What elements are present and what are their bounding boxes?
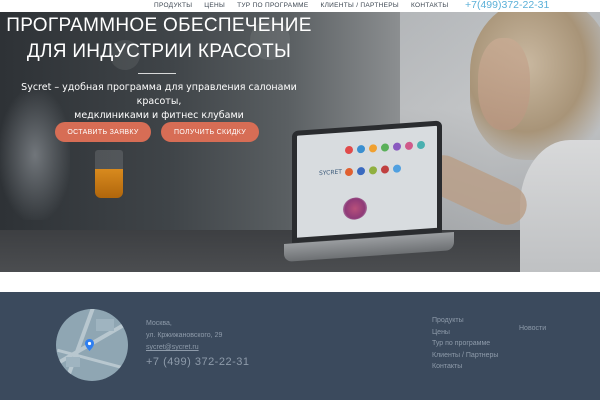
footer-links-column-2: Новости <box>519 315 546 335</box>
footer-links-column: Продукты Цены Тур по программе Клиенты /… <box>432 315 498 373</box>
location-map[interactable] <box>56 309 128 381</box>
app-icon <box>405 141 413 151</box>
nav-item-contacts[interactable]: КОНТАКТЫ <box>411 1 448 11</box>
app-icon <box>381 165 389 174</box>
app-icon <box>345 145 353 155</box>
footer-link-prices[interactable]: Цены <box>432 327 498 339</box>
address-city: Москва, <box>146 320 172 327</box>
footer-link-news[interactable]: Новости <box>519 325 546 332</box>
get-discount-button[interactable]: ПОЛУЧИТЬ СКИДКУ <box>161 122 259 142</box>
address-street: ул. Кржижановского, 29 <box>146 332 223 339</box>
footer-link-clients[interactable]: Клиенты / Партнеры <box>432 350 498 362</box>
flower-image <box>343 196 367 221</box>
app-icon <box>345 167 353 177</box>
header-phone-link[interactable]: +7(499)372-22-31 <box>465 0 549 12</box>
app-icon <box>393 164 401 173</box>
app-icon <box>369 166 377 175</box>
section-gap <box>0 272 600 292</box>
app-icons-grid <box>345 140 435 186</box>
map-block <box>96 319 114 331</box>
nav-menu: ПРОДУКТЫ ЦЕНЫ ТУР ПО ПРОГРАММЕ КЛИЕНТЫ /… <box>154 1 448 11</box>
app-icon <box>357 144 365 154</box>
app-logo: SYCRET <box>319 168 342 178</box>
app-icon <box>369 144 377 153</box>
nav-item-tour[interactable]: ТУР ПО ПРОГРАММЕ <box>237 1 308 11</box>
juice-glass-image <box>95 150 123 198</box>
map-block <box>66 357 80 367</box>
footer-link-products[interactable]: Продукты <box>432 315 498 327</box>
hero-subtitle-line: Sycret – удобная программа для управлени… <box>21 82 297 107</box>
hero-headline-line: ПРОГРАММНОЕ ОБЕСПЕЧЕНИЕ <box>6 15 312 36</box>
hero-subtitle-line: медклиниками и фитнес клубами <box>74 110 244 121</box>
app-icon <box>417 140 425 150</box>
app-icon <box>381 143 389 152</box>
footer-link-contacts[interactable]: Контакты <box>432 361 498 373</box>
app-icon <box>393 142 401 151</box>
footer: Москва, ул. Кржижановского, 29 sycret@sy… <box>0 292 600 400</box>
nav-item-prices[interactable]: ЦЕНЫ <box>204 1 225 11</box>
footer-email-link[interactable]: sycret@sycret.ru <box>146 342 249 354</box>
hero-divider <box>138 73 176 74</box>
map-pin-icon <box>85 339 94 351</box>
hero-subtitle: Sycret – удобная программа для управлени… <box>0 81 318 123</box>
hero-headline: ПРОГРАММНОЕ ОБЕСПЕЧЕНИЕ ДЛЯ ИНДУСТРИИ КР… <box>0 13 318 65</box>
nav-item-clients[interactable]: КЛИЕНТЫ / ПАРТНЕРЫ <box>321 1 399 11</box>
footer-link-tour[interactable]: Тур по программе <box>432 338 498 350</box>
nav-item-products[interactable]: ПРОДУКТЫ <box>154 1 192 11</box>
footer-phone[interactable]: +7 (499) 372-22-31 <box>146 355 249 370</box>
person-face-image <box>478 38 530 130</box>
footer-address: Москва, ул. Кржижановского, 29 sycret@sy… <box>146 318 249 370</box>
app-icon <box>357 166 365 176</box>
laptop-screen-image: SYCRET <box>292 120 442 243</box>
hero-banner: SYCRET ПРОГРАММНОЕ ОБЕСПЕЧЕНИЕ ДЛЯ ИНДУС… <box>0 0 600 272</box>
hero-headline-line: ДЛЯ ИНДУСТРИИ КРАСОТЫ <box>26 41 292 62</box>
top-navigation: ПРОДУКТЫ ЦЕНЫ ТУР ПО ПРОГРАММЕ КЛИЕНТЫ /… <box>0 0 600 12</box>
request-button[interactable]: ОСТАВИТЬ ЗАЯВКУ <box>55 122 151 142</box>
